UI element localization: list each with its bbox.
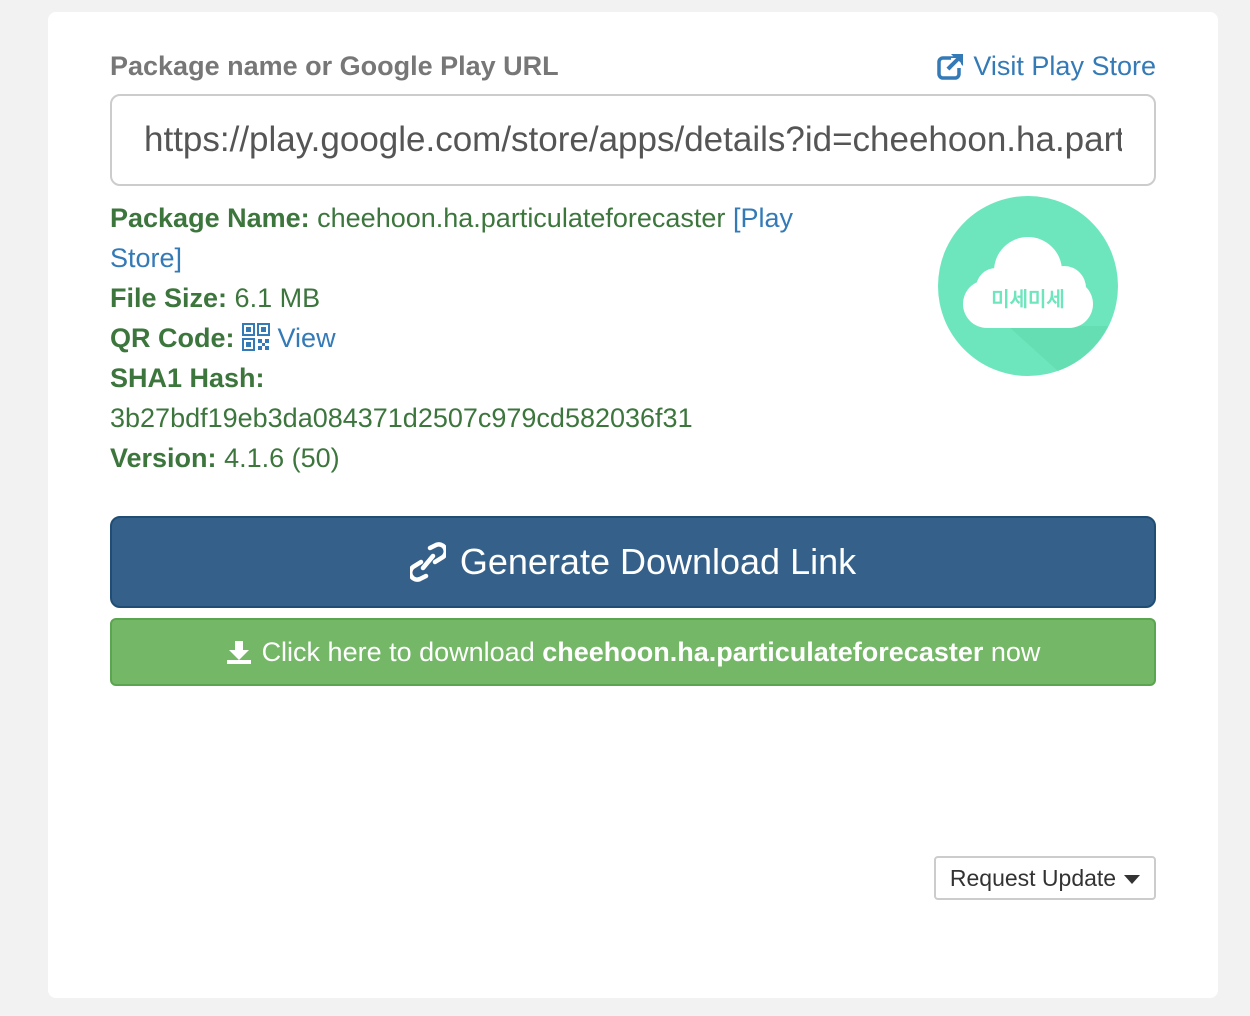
package-name-row: Package Name: cheehoon.ha.particulatefor… <box>110 198 870 278</box>
version-value: 4.1.6 (50) <box>224 443 340 473</box>
url-field-label: Package name or Google Play URL <box>110 51 559 81</box>
external-link-icon <box>937 54 964 80</box>
package-name-label: Package Name: <box>110 203 310 233</box>
url-input[interactable] <box>110 94 1156 186</box>
sha1-label: SHA1 Hash: <box>110 363 265 393</box>
qr-code-label: QR Code: <box>110 323 235 353</box>
download-now-label: Click here to download cheehoon.ha.parti… <box>262 637 1041 668</box>
version-row: Version: 4.1.6 (50) <box>110 438 870 478</box>
qrcode-icon <box>242 323 271 351</box>
download-prefix: Click here to download <box>261 636 535 667</box>
file-size-label: File Size: <box>110 283 228 313</box>
download-suffix: now <box>990 636 1041 667</box>
sha1-row: SHA1 Hash: <box>110 358 870 398</box>
visit-play-store-label: Visit Play Store <box>973 51 1156 81</box>
link-icon <box>409 542 446 582</box>
generate-download-link-label: Generate Download Link <box>459 541 857 582</box>
download-now-button[interactable]: Click here to download cheehoon.ha.parti… <box>110 618 1156 686</box>
visit-play-store-link[interactable]: Visit Play Store <box>937 48 1156 84</box>
version-label: Version: <box>110 443 217 473</box>
file-size-value: 6.1 MB <box>234 283 321 313</box>
app-icon: 미세미세 <box>938 196 1118 376</box>
caret-down-icon <box>1124 875 1141 884</box>
qr-view-label: View <box>277 323 336 353</box>
file-size-row: File Size: 6.1 MB <box>110 278 870 318</box>
generate-download-link-button[interactable]: Generate Download Link <box>110 516 1156 608</box>
qr-view-link[interactable]: View <box>242 323 336 353</box>
download-package-name: cheehoon.ha.particulateforecaster <box>542 636 984 667</box>
download-icon <box>226 641 251 664</box>
request-update-label: Request Update <box>949 864 1117 891</box>
qr-code-row: QR Code: View <box>110 318 870 358</box>
app-icon-text: 미세미세 <box>991 287 1065 311</box>
field-label-row: Package name or Google Play URL Visit Pl… <box>110 48 1156 84</box>
main-card: Package name or Google Play URL Visit Pl… <box>48 12 1218 998</box>
package-details: Package Name: cheehoon.ha.particulatefor… <box>110 198 870 478</box>
package-name-value: cheehoon.ha.particulateforecaster <box>317 203 726 233</box>
sha1-value: 3b27bdf19eb3da084371d2507c979cd582036f31 <box>110 403 693 433</box>
request-update-dropdown[interactable]: Request Update <box>934 856 1156 900</box>
